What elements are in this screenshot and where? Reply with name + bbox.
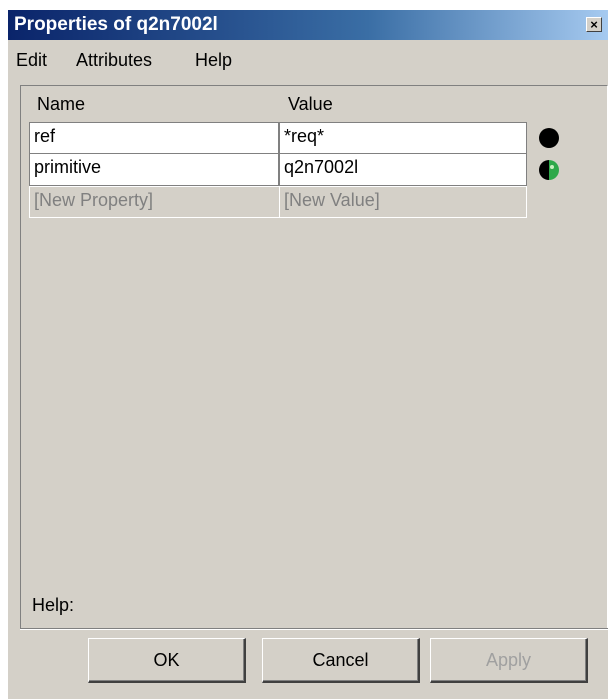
apply-button[interactable]: Apply	[430, 638, 588, 683]
half-filled-circle-icon[interactable]	[539, 160, 559, 180]
table-row: ref *req*	[29, 122, 559, 154]
menu-bar: Edit Attributes Help	[8, 48, 608, 76]
property-value-cell[interactable]: q2n7002l	[279, 154, 527, 186]
menu-edit[interactable]: Edit	[16, 50, 47, 71]
property-name-cell[interactable]: primitive	[29, 154, 279, 186]
title-bar[interactable]: Properties of q2n7002l ×	[8, 10, 608, 40]
menu-help[interactable]: Help	[195, 50, 232, 71]
new-property-name-cell[interactable]: [New Property]	[29, 186, 279, 218]
property-value-cell[interactable]: *req*	[279, 122, 527, 154]
properties-panel: Name Value ref *req* primitive q2n7002l …	[20, 85, 608, 630]
close-icon: ×	[590, 17, 598, 32]
properties-grid: ref *req* primitive q2n7002l [New Proper…	[29, 122, 559, 218]
filled-circle-icon[interactable]	[539, 128, 559, 148]
column-header-value: Value	[288, 94, 333, 114]
help-label: Help:	[32, 595, 75, 615]
column-header-name: Name	[37, 94, 86, 114]
menu-attributes[interactable]: Attributes	[76, 50, 152, 71]
cancel-button[interactable]: Cancel	[262, 638, 420, 683]
properties-dialog: Properties of q2n7002l × Edit Attributes…	[8, 10, 608, 699]
divider	[20, 628, 608, 630]
window-title: Properties of q2n7002l	[14, 14, 218, 35]
new-property-row: [New Property] [New Value]	[29, 186, 527, 218]
property-name-cell[interactable]: ref	[29, 122, 279, 154]
close-button[interactable]: ×	[586, 17, 602, 32]
ok-button[interactable]: OK	[88, 638, 246, 683]
new-property-value-cell[interactable]: [New Value]	[279, 186, 527, 218]
table-row: primitive q2n7002l	[29, 154, 559, 186]
